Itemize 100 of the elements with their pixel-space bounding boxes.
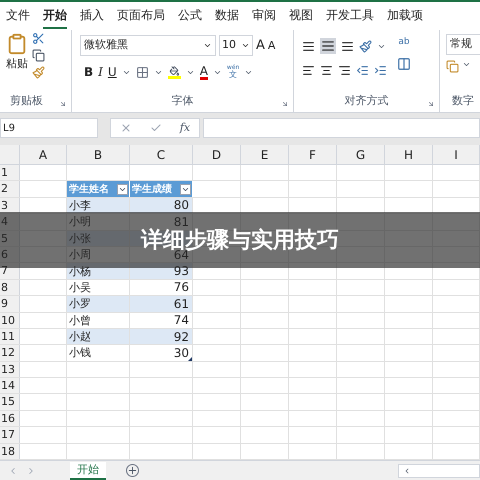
- menu-tab[interactable]: 插入: [80, 3, 104, 29]
- table-cell: 74: [174, 314, 189, 326]
- column-header[interactable]: E: [241, 145, 289, 164]
- insert-function-button[interactable]: fx: [180, 120, 190, 136]
- table-cell: 小张: [69, 232, 91, 244]
- row-header[interactable]: 7: [0, 263, 20, 279]
- row-header[interactable]: 1: [0, 165, 20, 180]
- formula-input-field[interactable]: [203, 118, 480, 138]
- table-cell: 30: [174, 346, 189, 359]
- shrink-font-button[interactable]: A: [268, 40, 276, 51]
- dialog-launcher-icon[interactable]: [281, 100, 289, 108]
- underline-button[interactable]: U: [108, 63, 117, 81]
- column-header[interactable]: F: [289, 145, 337, 164]
- filter-dropdown-icon[interactable]: [180, 184, 191, 195]
- group-label: 数字: [451, 92, 475, 108]
- italic-button[interactable]: I: [98, 63, 103, 81]
- scroll-left-icon[interactable]: [403, 466, 411, 475]
- table-cell: 81: [174, 216, 189, 228]
- menu-tab[interactable]: 公式: [178, 3, 202, 29]
- table-cell: 小钱: [69, 347, 91, 358]
- column-title: 学生成绩: [132, 182, 172, 197]
- column-header[interactable]: D: [193, 145, 241, 164]
- table-cell: 小曾: [69, 314, 91, 326]
- font-name-field[interactable]: 微软雅黑: [80, 35, 216, 56]
- bold-button[interactable]: B: [84, 63, 94, 81]
- table-cell: 小赵: [69, 331, 91, 342]
- align-top-icon[interactable]: [302, 40, 315, 52]
- align-center-icon[interactable]: [320, 64, 333, 77]
- table-cell: 小杨: [69, 266, 91, 277]
- row-header[interactable]: 10: [0, 312, 20, 328]
- font-size-field[interactable]: 10: [219, 35, 253, 56]
- row-header[interactable]: 3: [0, 198, 20, 214]
- table-cell: 小明: [69, 216, 91, 228]
- name-box[interactable]: L9: [0, 118, 98, 138]
- group-label: 字体: [172, 92, 194, 108]
- caret-icon[interactable]: [203, 41, 212, 50]
- column-title: 学生姓名: [69, 182, 109, 197]
- align-bottom-icon[interactable]: [341, 40, 354, 52]
- row-header[interactable]: 17: [0, 427, 20, 443]
- number-format-field[interactable]: 常规: [446, 34, 480, 55]
- fill-color-icon[interactable]: [168, 66, 181, 78]
- paste-button[interactable]: 粘贴: [6, 32, 28, 92]
- dialog-launcher-icon[interactable]: [427, 100, 435, 108]
- resize-handle-icon[interactable]: [188, 356, 192, 361]
- column-header[interactable]: G: [337, 145, 385, 164]
- grow-font-button[interactable]: A: [256, 39, 265, 52]
- format-painter-icon[interactable]: [32, 66, 45, 79]
- filter-dropdown-icon[interactable]: [117, 184, 128, 195]
- caret-icon[interactable]: [462, 60, 471, 69]
- table-cell: 93: [174, 265, 189, 278]
- row-header[interactable]: 16: [0, 410, 20, 426]
- row-header[interactable]: 13: [0, 362, 20, 378]
- column-header[interactable]: H: [385, 145, 433, 164]
- row-header[interactable]: 12: [0, 345, 20, 361]
- increase-indent-icon[interactable]: [374, 64, 387, 77]
- menu-tab[interactable]: 页面布局: [117, 3, 165, 29]
- borders-icon[interactable]: [136, 66, 149, 78]
- column-header[interactable]: A: [20, 145, 67, 164]
- horizontal-scrollbar[interactable]: [398, 464, 480, 478]
- font-color-button[interactable]: A: [200, 64, 208, 80]
- menu-tab[interactable]: 加载项: [387, 3, 423, 29]
- clipboard-icon: [6, 32, 28, 56]
- row-header[interactable]: 9: [0, 296, 20, 312]
- align-right-icon[interactable]: [338, 64, 351, 77]
- menu-tab[interactable]: 数据: [215, 3, 239, 29]
- table-cell: 61: [174, 298, 189, 310]
- merge-icon[interactable]: [397, 57, 411, 71]
- align-middle-icon[interactable]: [320, 38, 336, 54]
- table-cell: 小周: [69, 249, 91, 260]
- row-header[interactable]: 11: [0, 328, 20, 344]
- add-sheet-icon[interactable]: [126, 464, 139, 478]
- copy-icon[interactable]: [32, 49, 45, 62]
- dialog-launcher-icon[interactable]: [59, 100, 67, 108]
- cut-icon[interactable]: [32, 32, 45, 45]
- table-cell: 92: [174, 330, 189, 343]
- row-header[interactable]: 8: [0, 280, 20, 296]
- table-cell: 80: [174, 199, 189, 212]
- group-label: 剪贴板: [10, 92, 43, 108]
- table-cell: 76: [174, 281, 189, 294]
- cancel-icon[interactable]: [120, 122, 132, 134]
- row-header[interactable]: 14: [0, 378, 20, 394]
- column-header[interactable]: I: [433, 145, 480, 164]
- column-header[interactable]: B: [67, 145, 130, 164]
- row-header[interactable]: 18: [0, 444, 20, 460]
- menu-tab[interactable]: 文件: [6, 3, 30, 29]
- caret-icon[interactable]: [241, 41, 250, 50]
- row-header[interactable]: 2: [0, 181, 20, 197]
- table-cell: 小李: [69, 200, 91, 211]
- column-header[interactable]: C: [130, 145, 193, 164]
- menu-tab[interactable]: 审阅: [252, 3, 276, 29]
- table-cell: 小罗: [69, 298, 91, 310]
- menu-tab[interactable]: 开发工具: [326, 3, 374, 29]
- enter-icon[interactable]: [150, 122, 162, 134]
- sheet-tab[interactable]: 开始: [70, 462, 106, 480]
- menu-tab[interactable]: 视图: [289, 3, 313, 29]
- row-header[interactable]: 15: [0, 394, 20, 410]
- wrap-text-button[interactable]: ab: [398, 38, 410, 47]
- table-cell: 小吴: [69, 282, 91, 293]
- align-left-icon[interactable]: [302, 64, 315, 77]
- decrease-indent-icon[interactable]: [356, 64, 369, 77]
